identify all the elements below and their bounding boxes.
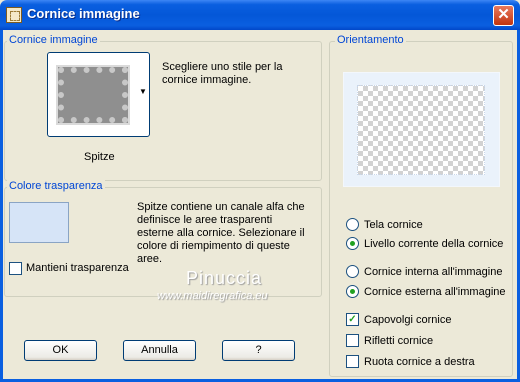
- transparency-description: Spitze contiene un canale alfa che defin…: [137, 201, 305, 265]
- radio-livello-corrente-label: Livello corrente della cornice: [364, 238, 504, 250]
- transparency-group-title: Colore trasparenza: [7, 180, 105, 192]
- rifletti-checkbox[interactable]: [346, 334, 359, 347]
- orientation-group-title: Orientamento: [335, 34, 406, 46]
- frame-style-name: Spitze: [84, 151, 115, 163]
- watermark-name: Pinuccia: [186, 268, 263, 288]
- keep-transparency-label: Mantieni trasparenza: [26, 262, 129, 274]
- ruota-checkbox[interactable]: [346, 355, 359, 368]
- radio-cornice-esterna-label: Cornice esterna all'immagine: [364, 286, 506, 298]
- preview-transparent-area: [357, 85, 485, 175]
- radio-cornice-esterna[interactable]: [346, 285, 359, 298]
- help-button[interactable]: ?: [222, 340, 295, 361]
- capovolgi-checkbox[interactable]: ✓: [346, 313, 359, 326]
- check-icon: ✓: [348, 314, 357, 325]
- frame-style-description: Scegliere uno stile per la cornice immag…: [162, 61, 283, 86]
- radio-cornice-interna[interactable]: [346, 265, 359, 278]
- frame-style-picker[interactable]: ▼: [47, 52, 150, 137]
- transparency-color-swatch[interactable]: [9, 202, 69, 243]
- window-title: Cornice immagine: [27, 6, 140, 21]
- radio-tela-cornice[interactable]: [346, 218, 359, 231]
- chevron-down-icon: ▼: [139, 87, 147, 96]
- window-border-left: [0, 30, 3, 382]
- title-bar: Cornice immagine ✕: [0, 0, 520, 30]
- close-icon: ✕: [497, 6, 510, 23]
- cancel-button[interactable]: Annulla: [123, 340, 196, 361]
- close-button[interactable]: ✕: [493, 5, 514, 26]
- frame-style-group-title: Cornice immagine: [7, 34, 100, 46]
- radio-tela-cornice-label: Tela cornice: [364, 219, 423, 231]
- ruota-label: Ruota cornice a destra: [364, 356, 475, 368]
- frame-thumbnail: [56, 65, 130, 125]
- orientation-preview: [343, 72, 500, 187]
- rifletti-label: Rifletti cornice: [364, 335, 434, 347]
- ok-button[interactable]: OK: [24, 340, 97, 361]
- app-icon: [6, 7, 22, 23]
- keep-transparency-checkbox[interactable]: [9, 262, 22, 275]
- radio-livello-corrente[interactable]: [346, 237, 359, 250]
- watermark-url: www.maidiregrafica.eu: [157, 290, 268, 302]
- radio-cornice-interna-label: Cornice interna all'immagine: [364, 266, 503, 278]
- capovolgi-label: Capovolgi cornice: [364, 314, 452, 326]
